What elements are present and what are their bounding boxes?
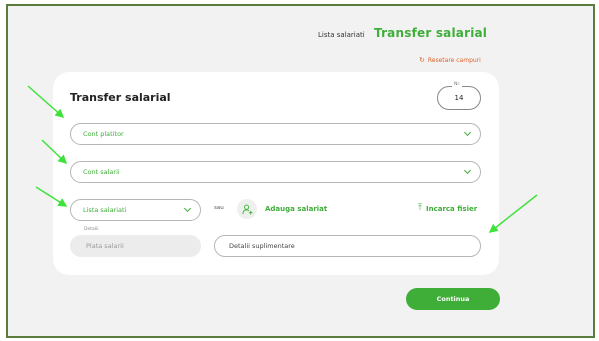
nr-value: 14 [454,94,464,102]
cont-salarii-label: Cont salarii [83,168,120,176]
nr-field[interactable]: Nr. 14 [437,82,481,110]
lista-salariati-select[interactable]: Lista salariati [70,199,201,221]
cont-salarii-select[interactable]: Cont salarii [70,161,481,183]
lista-salariati-label: Lista salariati [83,206,127,214]
detalii-label: Detalii [84,227,99,232]
upload-file-button[interactable]: ⤒ Incarca fisier [418,204,477,213]
detalii-suplimentare-placeholder: Detalii suplimentare [229,242,295,250]
continue-button[interactable]: Continua [406,288,500,310]
upload-icon: ⤒ [418,203,422,213]
or-label: sau [214,205,224,211]
add-salariat-button[interactable]: Adauga salariat [265,205,327,213]
nr-label: Nr. [452,82,463,87]
chevron-down-icon [183,204,192,213]
chevron-down-icon [463,128,472,137]
detalii-field: Detalii Plata salarii [70,227,201,257]
chevron-down-icon [463,166,472,175]
cont-platitor-label: Cont platitor [83,130,124,138]
reset-fields-link[interactable]: ↻ Resetare campuri [419,56,481,65]
tab-lista-salariati[interactable]: Lista salariati [318,31,365,39]
user-plus-icon [241,204,253,215]
upload-label: Incarca fisier [425,204,478,213]
detalii-suplimentare-input[interactable]: Detalii suplimentare [214,235,481,257]
transfer-form-card: Transfer salarial Nr. 14 Cont platitor C… [53,72,499,275]
cont-platitor-select[interactable]: Cont platitor [70,123,481,145]
reset-label: Resetare campuri [427,57,481,64]
detalii-value: Plata salarii [86,242,124,250]
tab-transfer-salarial[interactable]: Transfer salarial [374,26,487,40]
add-user-icon[interactable] [237,199,257,219]
refresh-icon: ↻ [419,56,425,64]
form-title: Transfer salarial [70,91,171,104]
